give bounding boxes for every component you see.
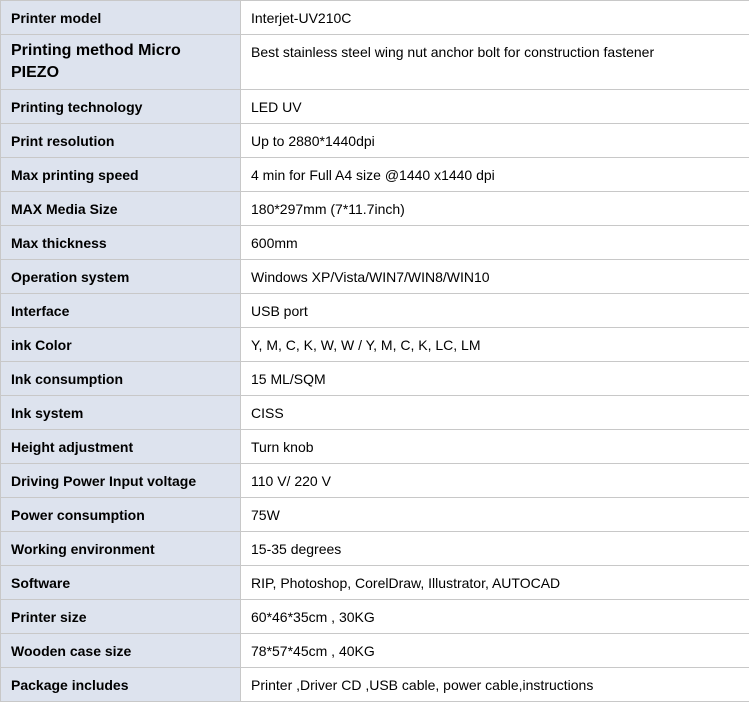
spec-value-printing-method: Best stainless steel wing nut anchor bol…: [240, 34, 749, 90]
spec-label-printer-size: Printer size: [0, 599, 241, 634]
spec-label-power-consumption: Power consumption: [0, 497, 241, 532]
table-row: ink Color Y, M, C, K, W, W / Y, M, C, K,…: [0, 327, 749, 362]
spec-label-power-input-voltage: Driving Power Input voltage: [0, 463, 241, 498]
spec-label-ink-consumption: Ink consumption: [0, 361, 241, 396]
spec-label-ink-system: Ink system: [0, 395, 241, 430]
spec-value-wooden-case-size: 78*57*45cm , 40KG: [240, 633, 749, 668]
spec-value-ink-color: Y, M, C, K, W, W / Y, M, C, K, LC, LM: [240, 327, 749, 362]
table-row: Printer model Interjet-UV210C: [0, 0, 749, 35]
spec-label-printer-model: Printer model: [0, 0, 241, 35]
table-row: Software RIP, Photoshop, CorelDraw, Illu…: [0, 565, 749, 600]
spec-label-wooden-case-size: Wooden case size: [0, 633, 241, 668]
table-row: Max printing speed 4 min for Full A4 siz…: [0, 157, 749, 192]
spec-value-ink-consumption: 15 ML/SQM: [240, 361, 749, 396]
table-row: Printer size 60*46*35cm , 30KG: [0, 599, 749, 634]
spec-label-package-includes: Package includes: [0, 667, 241, 702]
spec-value-ink-system: CISS: [240, 395, 749, 430]
table-row: Print resolution Up to 2880*1440dpi: [0, 123, 749, 158]
spec-table: Printer model Interjet-UV210C Printing m…: [0, 0, 749, 702]
spec-label-printing-technology: Printing technology: [0, 89, 241, 124]
spec-label-ink-color: ink Color: [0, 327, 241, 362]
table-row: Interface USB port: [0, 293, 749, 328]
spec-label-software: Software: [0, 565, 241, 600]
table-row: Driving Power Input voltage 110 V/ 220 V: [0, 463, 749, 498]
table-row: Ink consumption 15 ML/SQM: [0, 361, 749, 396]
spec-value-interface: USB port: [240, 293, 749, 328]
spec-label-working-environment: Working environment: [0, 531, 241, 566]
spec-value-operation-system: Windows XP/Vista/WIN7/WIN8/WIN10: [240, 259, 749, 294]
spec-label-max-printing-speed: Max printing speed: [0, 157, 241, 192]
spec-value-max-printing-speed: 4 min for Full A4 size @1440 x1440 dpi: [240, 157, 749, 192]
spec-value-power-consumption: 75W: [240, 497, 749, 532]
spec-value-printing-technology: LED UV: [240, 89, 749, 124]
table-row: Wooden case size 78*57*45cm , 40KG: [0, 633, 749, 668]
table-row: Height adjustment Turn knob: [0, 429, 749, 464]
spec-value-printer-size: 60*46*35cm , 30KG: [240, 599, 749, 634]
spec-label-operation-system: Operation system: [0, 259, 241, 294]
spec-label-max-media-size: MAX Media Size: [0, 191, 241, 226]
spec-value-power-input-voltage: 110 V/ 220 V: [240, 463, 749, 498]
spec-label-printing-method: Printing method Micro PIEZO: [0, 34, 241, 90]
table-row: Printing method Micro PIEZO Best stainle…: [0, 34, 749, 90]
table-row: Ink system CISS: [0, 395, 749, 430]
spec-value-software: RIP, Photoshop, CorelDraw, Illustrator, …: [240, 565, 749, 600]
spec-value-printer-model: Interjet-UV210C: [240, 0, 749, 35]
spec-value-working-environment: 15-35 degrees: [240, 531, 749, 566]
table-row: Operation system Windows XP/Vista/WIN7/W…: [0, 259, 749, 294]
spec-label-max-thickness: Max thickness: [0, 225, 241, 260]
table-row: Max thickness 600mm: [0, 225, 749, 260]
spec-value-package-includes: Printer ,Driver CD ,USB cable, power cab…: [240, 667, 749, 702]
spec-label-height-adjustment: Height adjustment: [0, 429, 241, 464]
spec-label-interface: Interface: [0, 293, 241, 328]
spec-value-print-resolution: Up to 2880*1440dpi: [240, 123, 749, 158]
spec-value-max-thickness: 600mm: [240, 225, 749, 260]
table-row: Power consumption 75W: [0, 497, 749, 532]
table-row: Package includes Printer ,Driver CD ,USB…: [0, 667, 749, 702]
spec-value-max-media-size: 180*297mm (7*11.7inch): [240, 191, 749, 226]
table-row: MAX Media Size 180*297mm (7*11.7inch): [0, 191, 749, 226]
table-row: Working environment 15-35 degrees: [0, 531, 749, 566]
spec-value-height-adjustment: Turn knob: [240, 429, 749, 464]
spec-label-print-resolution: Print resolution: [0, 123, 241, 158]
table-row: Printing technology LED UV: [0, 89, 749, 124]
